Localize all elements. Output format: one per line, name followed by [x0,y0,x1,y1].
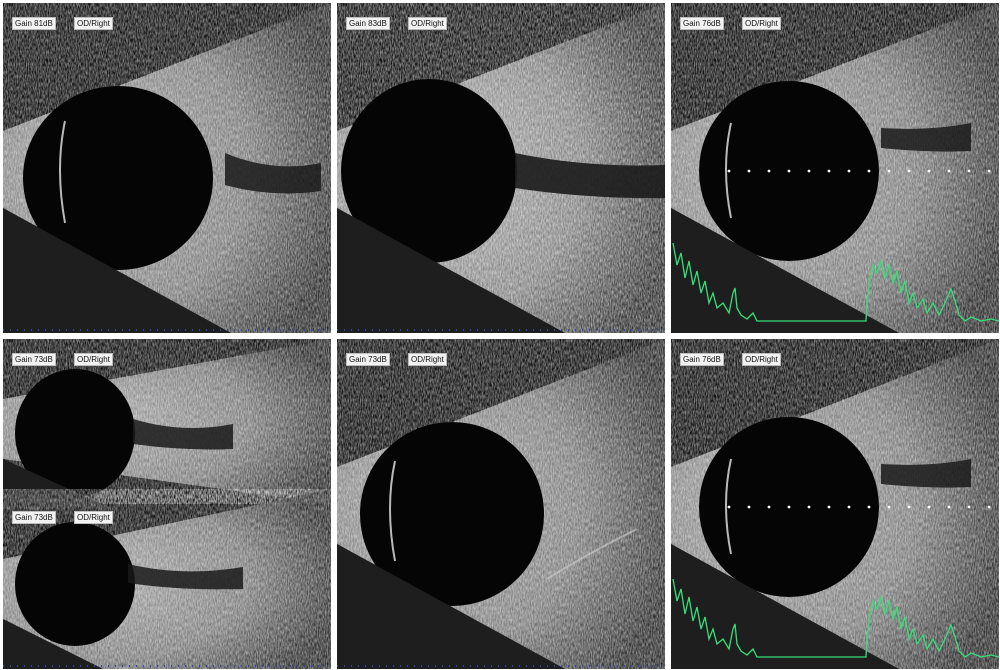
ultrasound-panel-5: Gain 73dB OD/Right [337,339,665,669]
b-scan-image [3,339,331,669]
ultrasound-panel-4: Gain 73dB OD/Right Gain 73dB OD/Right [3,339,331,669]
eye-label: OD/Right [408,17,447,30]
b-scan-image [337,339,665,669]
b-scan-image [671,339,999,669]
b-scan-image [3,3,331,333]
eye-label-lower: OD/Right [74,511,113,524]
depth-scale [337,665,665,667]
eye-label: OD/Right [742,17,781,30]
gain-label: Gain 81dB [12,17,56,30]
eye-label: OD/Right [74,353,113,366]
gain-label-lower: Gain 73dB [12,511,56,524]
b-scan-image [671,3,999,333]
ultrasound-panel-3: Gain 76dB OD/Right [671,3,999,333]
gain-label: Gain 76dB [680,17,724,30]
gain-label: Gain 76dB [680,353,724,366]
gain-label: Gain 73dB [346,353,390,366]
eye-label: OD/Right [74,17,113,30]
depth-scale [3,665,331,667]
eye-label: OD/Right [408,353,447,366]
depth-scale [3,329,331,331]
b-scan-image [337,3,665,333]
depth-scale [337,329,665,331]
ultrasound-panel-1: Gain 81dB OD/Right [3,3,331,333]
eye-label: OD/Right [742,353,781,366]
ultrasound-panel-6: Gain 76dB OD/Right [671,339,999,669]
gain-label: Gain 83dB [346,17,390,30]
gain-label: Gain 73dB [12,353,56,366]
ultrasound-panel-2: Gain 83dB OD/Right [337,3,665,333]
